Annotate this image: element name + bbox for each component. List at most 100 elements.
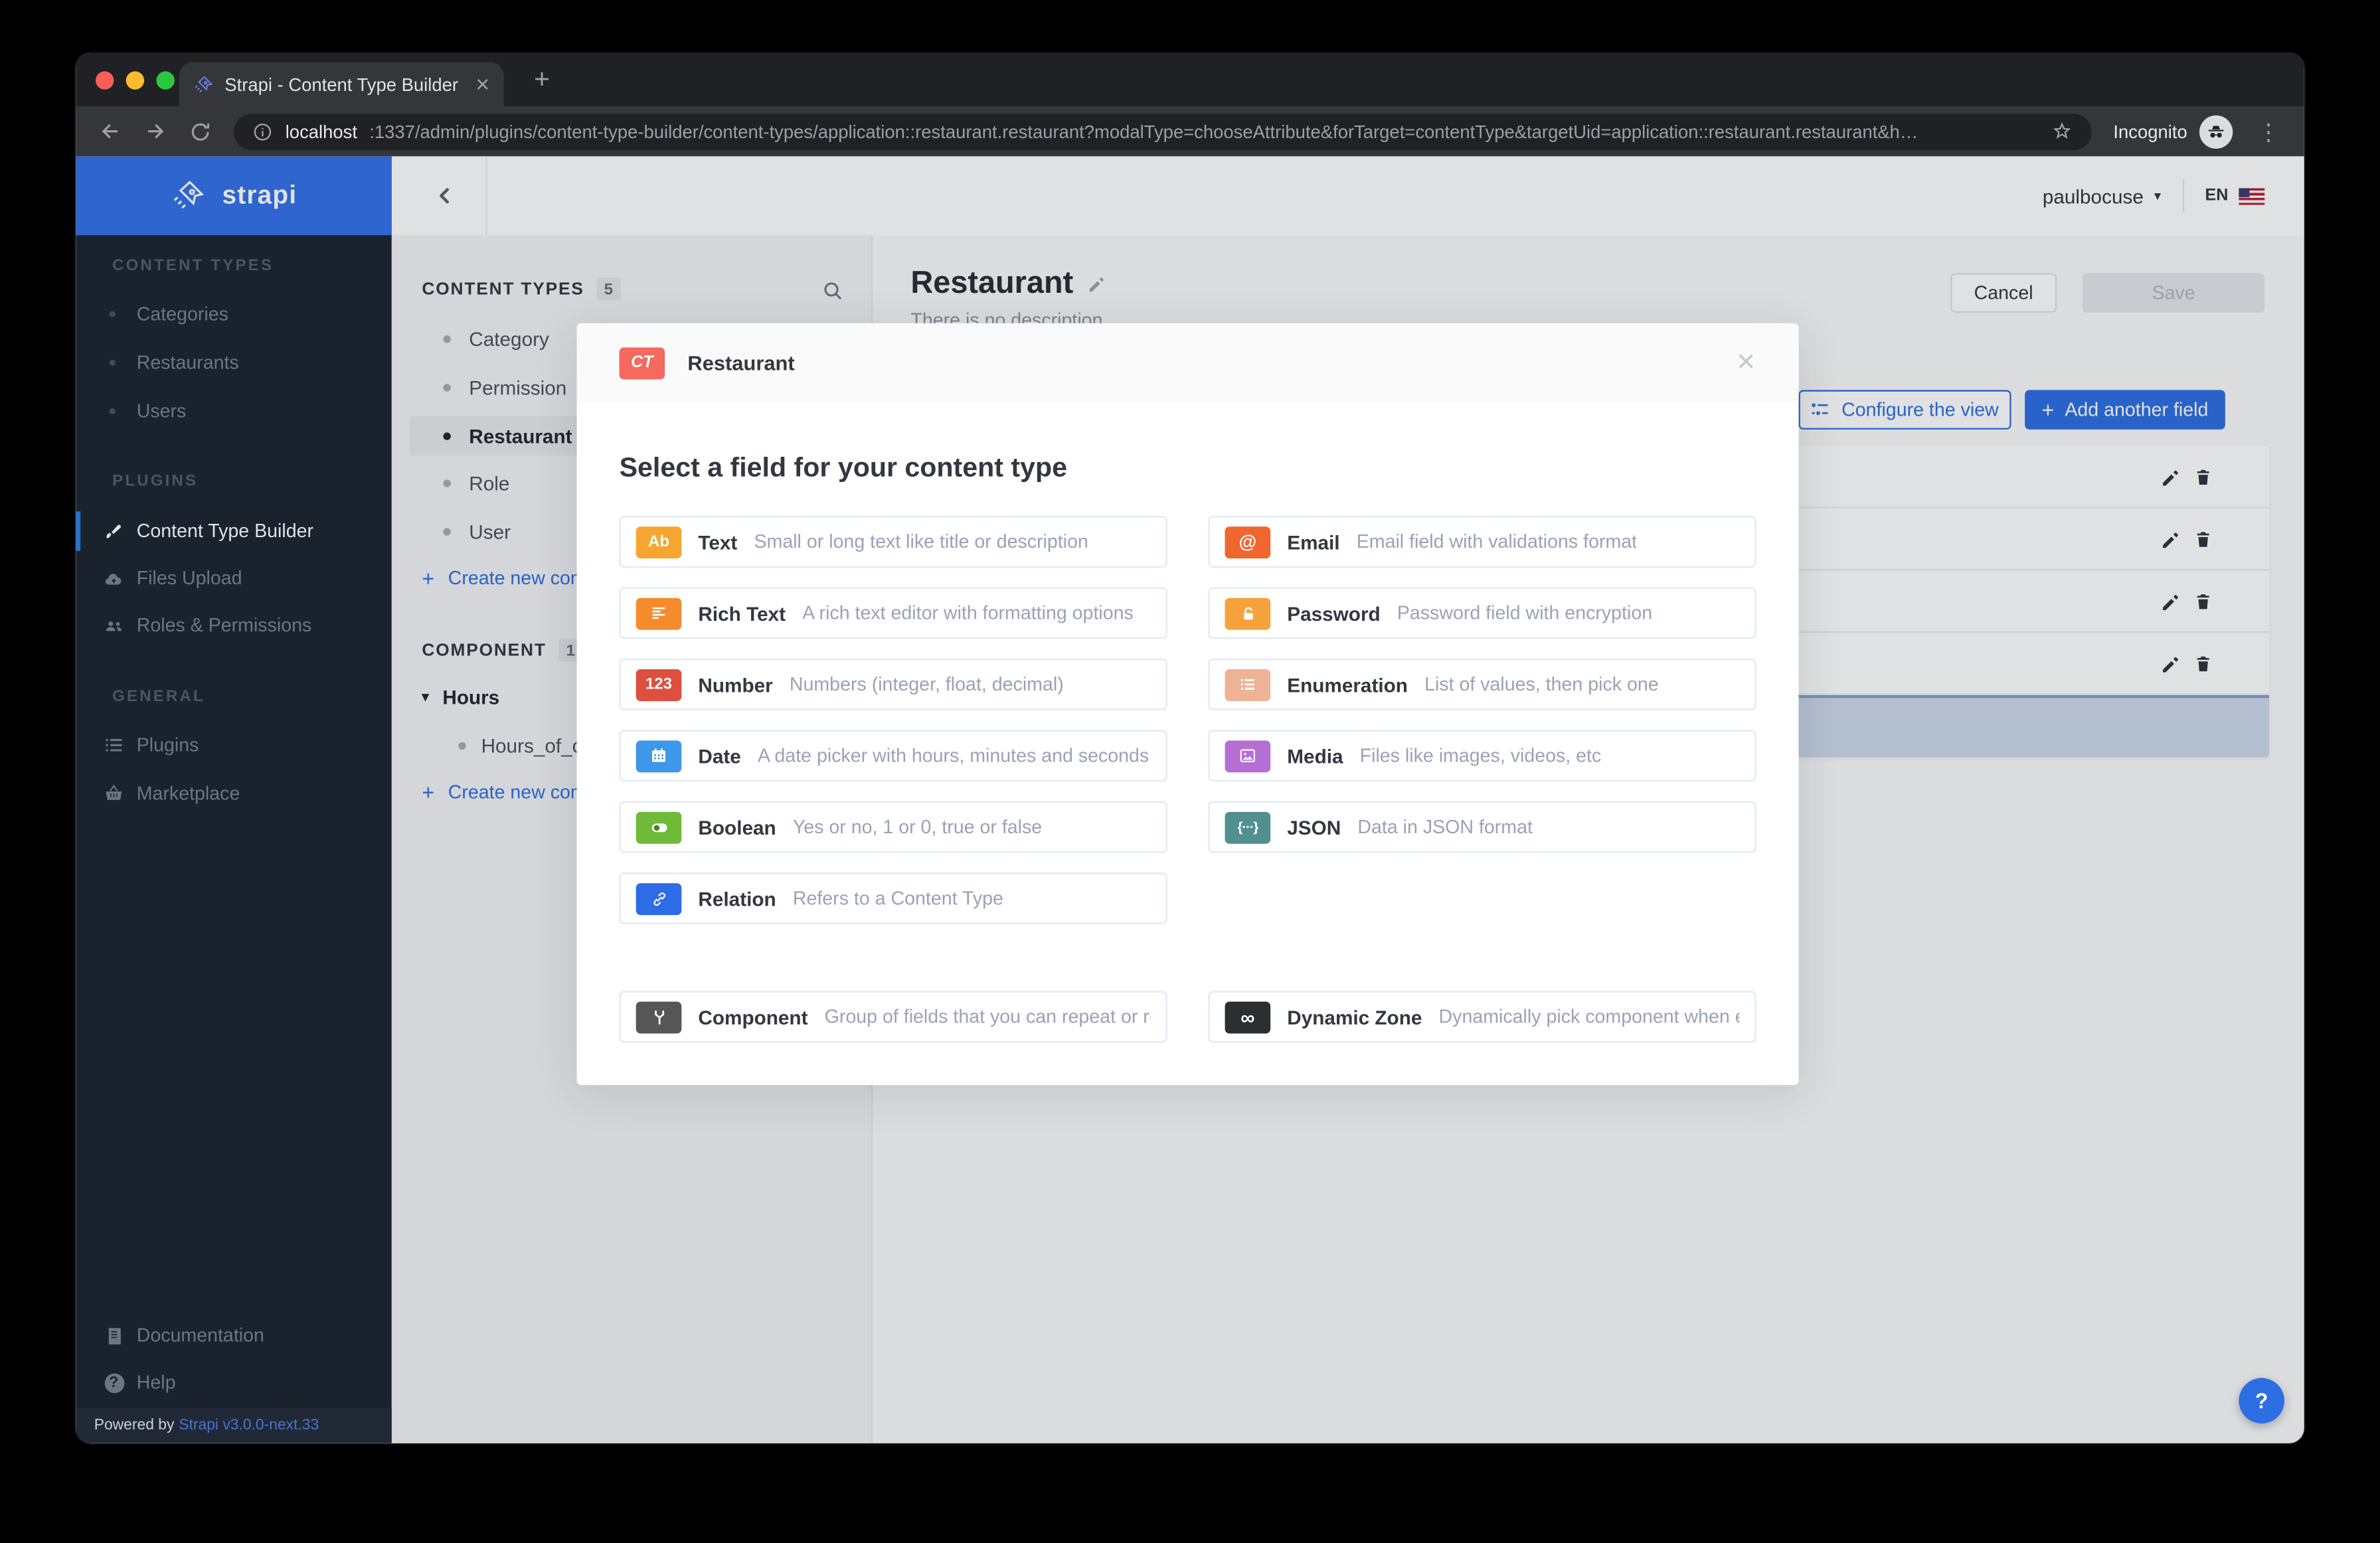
sidebar-item-users[interactable]: Users bbox=[76, 392, 391, 431]
browser-window: Strapi - Content Type Builder ✕ + localh… bbox=[76, 53, 2304, 1443]
component-field-icon bbox=[636, 1001, 682, 1032]
field-label: Media bbox=[1287, 744, 1343, 767]
type-item-label: User bbox=[469, 520, 511, 542]
bullet-icon bbox=[110, 360, 116, 366]
edit-field-pencil-icon[interactable] bbox=[2160, 467, 2181, 489]
sidebar-item-files-upload[interactable]: Files Upload bbox=[76, 558, 391, 598]
field-label: Enumeration bbox=[1287, 673, 1408, 696]
sidebar-item-help[interactable]: ? Help bbox=[76, 1363, 391, 1402]
close-icon[interactable]: ✕ bbox=[1736, 347, 1756, 378]
sidebar-item-categories[interactable]: Categories bbox=[76, 294, 391, 333]
browser-menu-icon[interactable]: ⋮ bbox=[2248, 118, 2289, 145]
back-icon[interactable] bbox=[91, 113, 128, 149]
panel-header-label: CONTENT TYPES bbox=[422, 280, 584, 298]
field-desc: Email field with validations format bbox=[1357, 531, 1637, 552]
add-another-field-button[interactable]: + Add another field bbox=[2025, 390, 2225, 429]
delete-field-trash-icon[interactable] bbox=[2193, 592, 2215, 613]
caret-down-icon[interactable]: ▾ bbox=[422, 689, 428, 705]
cloud-upload-icon bbox=[103, 567, 124, 590]
edit-field-pencil-icon[interactable] bbox=[2160, 654, 2181, 675]
field-card-json[interactable]: {···} JSON Data in JSON format bbox=[1208, 801, 1756, 853]
field-label: Component bbox=[698, 1005, 808, 1028]
new-tab-button[interactable]: + bbox=[522, 59, 561, 98]
site-info-icon[interactable] bbox=[252, 121, 273, 142]
tab-close-icon[interactable]: ✕ bbox=[475, 75, 490, 93]
paintbrush-icon bbox=[103, 521, 124, 542]
field-card-email[interactable]: @ Email Email field with validations for… bbox=[1208, 516, 1756, 568]
sidebar-item-label: Files Upload bbox=[137, 568, 242, 589]
field-card-enumeration[interactable]: Enumeration List of values, then pick on… bbox=[1208, 659, 1756, 710]
browser-toolbar: localhost :1337/admin/plugins/content-ty… bbox=[76, 106, 2304, 156]
book-icon bbox=[103, 1326, 124, 1346]
user-menu[interactable]: paulbocuse ▾ bbox=[2043, 185, 2161, 207]
sidebar-item-label: Users bbox=[137, 400, 187, 422]
back-chevron-icon[interactable] bbox=[425, 176, 464, 215]
dynamiczone-field-icon: ∞ bbox=[1225, 1001, 1271, 1032]
field-card-richtext[interactable]: Rich Text A rich text editor with format… bbox=[620, 588, 1167, 639]
modal-title: Restaurant bbox=[687, 351, 794, 374]
sidebar-item-content-type-builder[interactable]: Content Type Builder bbox=[76, 511, 391, 550]
search-icon[interactable] bbox=[817, 275, 847, 305]
field-card-date[interactable]: Date A date picker with hours, minutes a… bbox=[620, 730, 1167, 781]
forward-icon[interactable] bbox=[137, 113, 173, 149]
field-desc: Group of fields that you can repeat or r… bbox=[825, 1006, 1151, 1027]
bookmark-star-icon[interactable] bbox=[2051, 120, 2074, 143]
strapi-version-link[interactable]: Strapi v3.0.0-next.33 bbox=[179, 1418, 319, 1434]
sidebar-item-label: Plugins bbox=[137, 734, 199, 756]
field-label: Boolean bbox=[698, 816, 776, 839]
edit-field-pencil-icon[interactable] bbox=[2160, 592, 2181, 613]
url-host: localhost bbox=[286, 121, 357, 142]
us-flag-icon bbox=[2239, 187, 2264, 204]
section-general: GENERAL bbox=[112, 687, 205, 705]
strapi-logo[interactable]: strapi bbox=[76, 156, 391, 235]
minimize-window-button[interactable] bbox=[126, 71, 144, 89]
maximize-window-button[interactable] bbox=[156, 71, 174, 89]
close-window-button[interactable] bbox=[96, 71, 114, 89]
incognito-icon[interactable] bbox=[2199, 115, 2233, 148]
admin-topbar: paulbocuse ▾ EN bbox=[392, 156, 2304, 235]
field-card-text[interactable]: Ab Text Small or long text like title or… bbox=[620, 516, 1167, 568]
powered-by-bar: Powered by Strapi v3.0.0-next.33 bbox=[76, 1408, 391, 1443]
create-link-label: Create new com bbox=[448, 781, 586, 803]
boolean-field-icon bbox=[636, 811, 682, 843]
delete-field-trash-icon[interactable] bbox=[2193, 654, 2215, 675]
bullet-icon bbox=[443, 335, 450, 342]
modal-header: CT Restaurant ✕ bbox=[577, 323, 1799, 402]
sidebar-item-documentation[interactable]: Documentation bbox=[76, 1316, 391, 1355]
powered-by-label: Powered by bbox=[94, 1418, 175, 1434]
bullet-icon bbox=[443, 479, 450, 486]
sidebar-item-roles-permissions[interactable]: Roles & Permissions bbox=[76, 606, 391, 645]
save-button[interactable]: Save bbox=[2082, 273, 2264, 312]
sidebar-item-marketplace[interactable]: Marketplace bbox=[76, 774, 391, 813]
url-bar[interactable]: localhost :1337/admin/plugins/content-ty… bbox=[234, 113, 2092, 149]
field-card-number[interactable]: 123 Number Numbers (integer, float, deci… bbox=[620, 659, 1167, 710]
reload-icon[interactable] bbox=[182, 113, 218, 149]
language-switcher[interactable]: EN bbox=[2205, 187, 2265, 204]
caret-down-icon: ▾ bbox=[2154, 187, 2161, 204]
field-desc: Yes or no, 1 or 0, true or false bbox=[793, 817, 1042, 838]
field-card-component[interactable]: Component Group of fields that you can r… bbox=[620, 991, 1167, 1043]
edit-field-pencil-icon[interactable] bbox=[2160, 530, 2181, 551]
field-card-media[interactable]: Media Files like images, videos, etc bbox=[1208, 730, 1756, 781]
field-card-password[interactable]: Password Password field with encryption bbox=[1208, 588, 1756, 639]
section-content-types: CONTENT TYPES bbox=[112, 256, 274, 274]
delete-field-trash-icon[interactable] bbox=[2193, 467, 2215, 489]
configure-view-button[interactable]: Configure the view bbox=[1799, 390, 2011, 429]
field-card-boolean[interactable]: Boolean Yes or no, 1 or 0, true or false bbox=[620, 801, 1167, 853]
cancel-button[interactable]: Cancel bbox=[1950, 273, 2057, 312]
strapi-admin-page: strapi CONTENT TYPES Categories Restaura… bbox=[76, 156, 2304, 1443]
configure-view-label: Configure the view bbox=[1841, 399, 1999, 420]
sidebar-item-plugins[interactable]: Plugins bbox=[76, 726, 391, 765]
divider bbox=[2182, 179, 2183, 212]
field-card-relation[interactable]: Relation Refers to a Content Type bbox=[620, 872, 1167, 924]
sidebar-item-restaurants[interactable]: Restaurants bbox=[76, 343, 391, 382]
delete-field-trash-icon[interactable] bbox=[2193, 530, 2215, 551]
screen: Strapi - Content Type Builder ✕ + localh… bbox=[0, 0, 2380, 1543]
browser-tab[interactable]: Strapi - Content Type Builder ✕ bbox=[179, 62, 504, 106]
relation-field-icon bbox=[636, 882, 682, 914]
field-card-dynamiczone[interactable]: ∞ Dynamic Zone Dynamically pick componen… bbox=[1208, 991, 1756, 1043]
field-label: Rich Text bbox=[698, 602, 786, 624]
help-fab-button[interactable]: ? bbox=[2239, 1378, 2284, 1423]
bullet-icon bbox=[443, 432, 450, 439]
edit-title-pencil-icon[interactable] bbox=[1087, 274, 1107, 294]
